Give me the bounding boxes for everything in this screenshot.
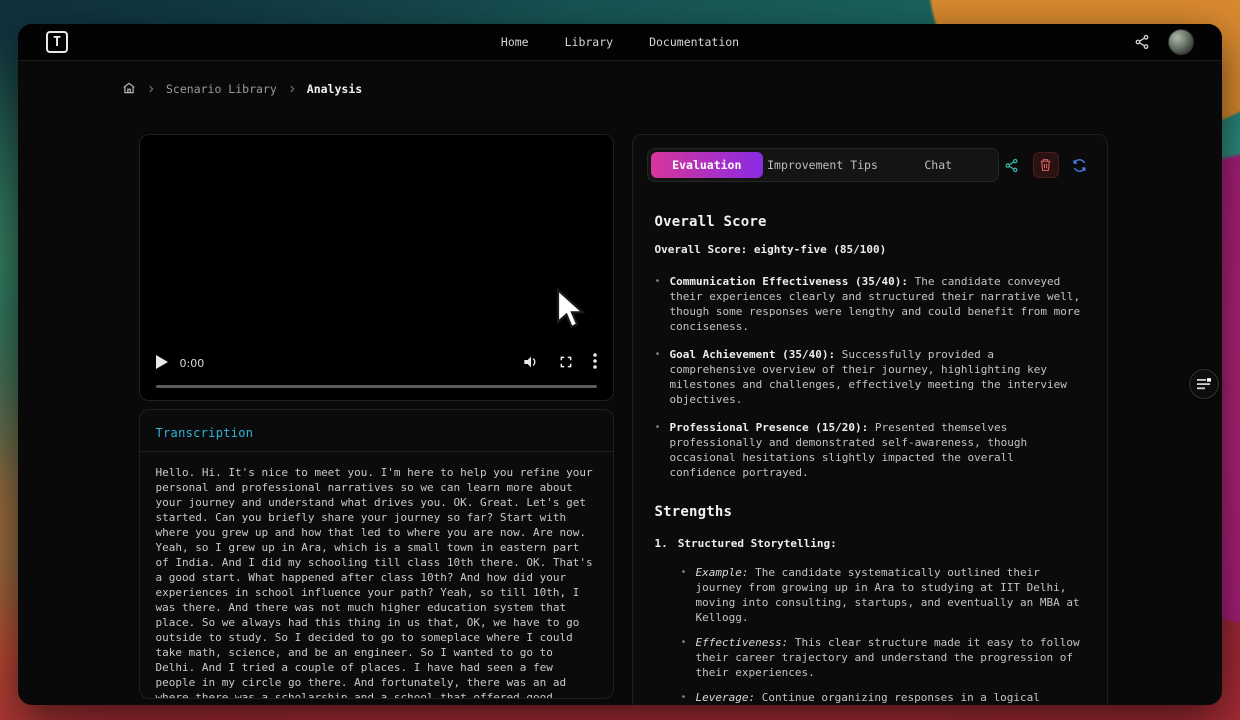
chevron-right-icon xyxy=(287,84,297,94)
overflow-menu-icon[interactable] xyxy=(593,353,597,373)
strengths-heading: Strengths xyxy=(655,504,1083,520)
bullet-dot-icon: • xyxy=(655,420,661,480)
strength-item: 1. Structured Storytelling: xyxy=(655,536,1083,551)
overall-score-heading: Overall Score xyxy=(655,214,1083,230)
fullscreen-icon[interactable] xyxy=(559,354,573,373)
evaluation-panel: Evaluation Improvement Tips Chat xyxy=(632,134,1108,705)
bullet-dot-icon: • xyxy=(681,690,687,705)
bullet-dot-icon: • xyxy=(681,635,687,680)
volume-icon[interactable] xyxy=(523,354,539,373)
refresh-button[interactable] xyxy=(1067,152,1093,178)
video-controls: 0:00 xyxy=(140,348,613,378)
breadcrumb: Scenario Library Analysis xyxy=(122,81,1222,97)
play-icon[interactable] xyxy=(156,354,168,373)
strength-sub-bullet: • Leverage: Continue organizing response… xyxy=(681,690,1083,705)
nav-documentation[interactable]: Documentation xyxy=(649,35,739,49)
tab-evaluation[interactable]: Evaluation xyxy=(651,152,764,178)
tab-improvement-tips[interactable]: Improvement Tips xyxy=(763,152,882,178)
avatar[interactable] xyxy=(1168,29,1194,55)
strength-sub-bullet: • Effectiveness: This clear structure ma… xyxy=(681,635,1083,680)
breadcrumb-current: Analysis xyxy=(307,82,362,96)
home-icon[interactable] xyxy=(122,80,136,99)
nav-home[interactable]: Home xyxy=(501,35,529,49)
list-lines-icon xyxy=(1197,378,1211,390)
side-panel-toggle-button[interactable] xyxy=(1189,369,1219,399)
share-icon[interactable] xyxy=(1134,34,1150,50)
top-nav: T Home Library Documentation xyxy=(18,24,1222,61)
breadcrumb-scenario-library[interactable]: Scenario Library xyxy=(166,82,277,96)
strength-sub-bullet: • Example: The candidate systematically … xyxy=(681,565,1083,625)
video-player[interactable]: 0:00 xyxy=(139,134,614,401)
score-bullet: • Goal Achievement (35/40): Successfully… xyxy=(655,347,1083,407)
overall-score-summary: Overall Score: eighty-five (85/100) xyxy=(655,243,1083,256)
tab-row: Evaluation Improvement Tips Chat xyxy=(633,135,1107,182)
bullet-dot-icon: • xyxy=(655,274,661,334)
transcription-text: Hello. Hi. It's nice to meet you. I'm he… xyxy=(140,452,613,699)
chevron-right-icon xyxy=(146,84,156,94)
score-bullet: • Communication Effectiveness (35/40): T… xyxy=(655,274,1083,334)
bullet-dot-icon: • xyxy=(681,565,687,625)
video-time: 0:00 xyxy=(180,357,205,370)
app-window: T Home Library Documentation xyxy=(18,24,1222,705)
transcription-title: Transcription xyxy=(156,426,254,440)
transcription-panel: Transcription Hello. Hi. It's nice to me… xyxy=(139,409,614,699)
tab-group: Evaluation Improvement Tips Chat xyxy=(647,148,999,182)
share-evaluation-button[interactable] xyxy=(999,152,1025,178)
delete-button[interactable] xyxy=(1033,152,1059,178)
nav-library[interactable]: Library xyxy=(565,35,613,49)
bullet-dot-icon: • xyxy=(655,347,661,407)
tab-chat[interactable]: Chat xyxy=(882,152,995,178)
nav-links: Home Library Documentation xyxy=(501,24,739,60)
app-logo[interactable]: T xyxy=(46,31,68,53)
video-seek-bar[interactable] xyxy=(156,385,597,388)
score-bullet: • Professional Presence (15/20): Present… xyxy=(655,420,1083,480)
